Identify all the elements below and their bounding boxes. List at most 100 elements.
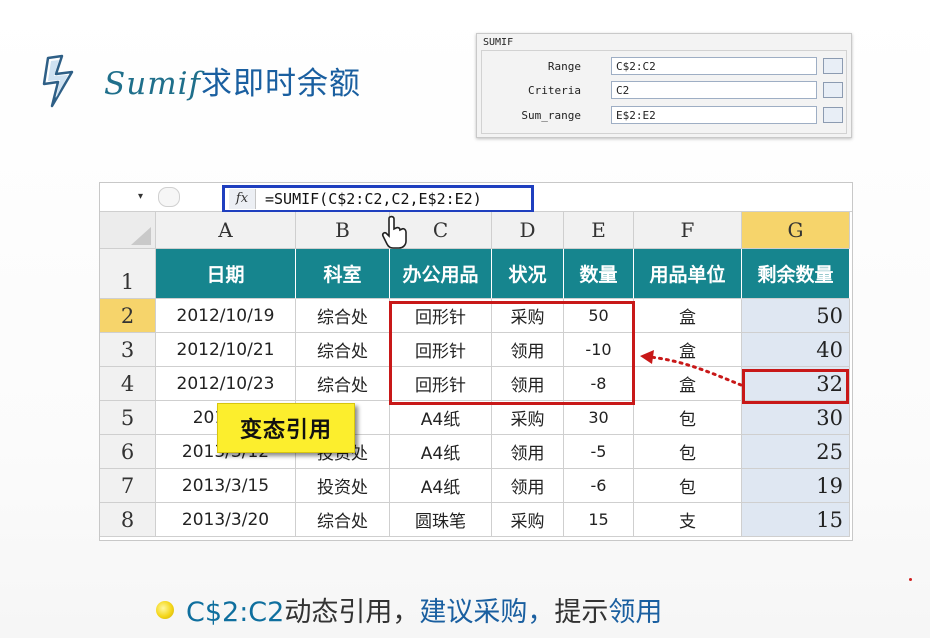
table-cell[interactable]: 领用: [492, 435, 564, 469]
corner-triangle-icon: [131, 227, 151, 245]
table-cell[interactable]: 领用: [492, 469, 564, 503]
fx-icon[interactable]: fx: [229, 189, 256, 209]
footer-dynamic: 动态引用，: [284, 597, 420, 628]
table-cell[interactable]: 30: [564, 401, 634, 435]
bullet-icon: [156, 601, 174, 619]
column-header-d[interactable]: D: [492, 212, 564, 249]
table-cell[interactable]: 圆珠笔: [390, 503, 492, 537]
range-input[interactable]: C$2:C2: [611, 57, 817, 75]
dialog-row-criteria: Criteria C2: [477, 81, 851, 101]
row-header-8[interactable]: 8: [100, 503, 156, 537]
table-cell[interactable]: 回形针: [390, 333, 492, 367]
footer-purchase: 建议采购，: [419, 597, 555, 628]
header-cell: 状况: [492, 249, 564, 299]
header-cell: 日期: [156, 249, 296, 299]
header-cell: 办公用品: [390, 249, 492, 299]
footer-use: 领用: [608, 597, 663, 628]
footer-note: C$2:C2动态引用，建议采购，提示领用: [186, 590, 662, 629]
table-cell[interactable]: 采购: [492, 503, 564, 537]
table-cell[interactable]: 综合处: [296, 333, 390, 367]
dialog-row-range: Range C$2:C2: [477, 57, 851, 77]
table-cell[interactable]: 领用: [492, 367, 564, 401]
header-cell: 科室: [296, 249, 390, 299]
table-cell[interactable]: 包: [634, 435, 742, 469]
sumif-dialog: SUMIF Range C$2:C2 Criteria C2 Sum_range…: [476, 33, 852, 138]
table-cell[interactable]: -5: [564, 435, 634, 469]
table-cell[interactable]: 领用: [492, 333, 564, 367]
table-cell[interactable]: 包: [634, 401, 742, 435]
table-cell[interactable]: 包: [634, 469, 742, 503]
row-header-2[interactable]: 2: [100, 299, 156, 333]
table-cell[interactable]: -10: [564, 333, 634, 367]
row-header-6[interactable]: 6: [100, 435, 156, 469]
column-header-g[interactable]: G: [742, 212, 850, 249]
column-header-f[interactable]: F: [634, 212, 742, 249]
table-cell[interactable]: 30: [742, 401, 850, 435]
header-cell: 数量: [564, 249, 634, 299]
select-all-corner[interactable]: [100, 212, 156, 249]
table-cell[interactable]: A4纸: [390, 401, 492, 435]
table-cell[interactable]: 2012/10/19: [156, 299, 296, 333]
table-cell[interactable]: -6: [564, 469, 634, 503]
criteria-label: Criteria: [528, 84, 581, 97]
header-cell: 剩余数量: [742, 249, 850, 299]
collapse-dialog-icon[interactable]: [823, 107, 843, 123]
row-header-4[interactable]: 4: [100, 367, 156, 401]
column-header-b[interactable]: B: [296, 212, 390, 249]
row-header-1[interactable]: 1: [100, 249, 156, 299]
table-cell[interactable]: 2013/3/20: [156, 503, 296, 537]
table-cell[interactable]: -8: [564, 367, 634, 401]
collapse-dialog-icon[interactable]: [823, 82, 843, 98]
reference-badge: 变态引用: [217, 403, 355, 453]
table-cell[interactable]: 投资处: [296, 469, 390, 503]
table-cell[interactable]: 2013/3/15: [156, 469, 296, 503]
table-cell[interactable]: 支: [634, 503, 742, 537]
range-label: Range: [547, 60, 581, 73]
title-chinese: 求即时余额: [201, 66, 361, 102]
row-header-7[interactable]: 7: [100, 469, 156, 503]
formula-bar-scroll[interactable]: [158, 187, 180, 207]
table-cell[interactable]: 40: [742, 333, 850, 367]
table-cell[interactable]: 15: [742, 503, 850, 537]
table-cell[interactable]: 2012/10/23: [156, 367, 296, 401]
table-cell[interactable]: 盒: [634, 299, 742, 333]
dialog-row-sum-range: Sum_range E$2:E2: [477, 106, 851, 126]
table-cell[interactable]: 50: [742, 299, 850, 333]
row-header-3[interactable]: 3: [100, 333, 156, 367]
table-cell[interactable]: 回形针: [390, 299, 492, 333]
namebox-dropdown-icon[interactable]: ▾: [138, 191, 143, 202]
sum-range-input[interactable]: E$2:E2: [611, 106, 817, 124]
title-latin: Sumif: [104, 66, 201, 102]
table-cell[interactable]: 15: [564, 503, 634, 537]
red-dot: [909, 578, 912, 581]
table-cell[interactable]: 综合处: [296, 503, 390, 537]
table-cell[interactable]: A4纸: [390, 435, 492, 469]
column-header-e[interactable]: E: [564, 212, 634, 249]
table-cell[interactable]: 综合处: [296, 367, 390, 401]
hand-cursor-icon: [381, 215, 407, 249]
table-cell[interactable]: 采购: [492, 401, 564, 435]
table-cell[interactable]: 2012/10/21: [156, 333, 296, 367]
formula-bar: ▾ fx =SUMIF(C$2:C2,C2,E$2:E2): [100, 183, 852, 213]
dialog-title: SUMIF: [483, 37, 514, 48]
page-title: Sumif求即时余额: [104, 58, 361, 103]
footer-prompt: 提示: [554, 597, 609, 628]
lightning-icon: [42, 54, 74, 108]
criteria-input[interactable]: C2: [611, 81, 817, 99]
collapse-dialog-icon[interactable]: [823, 58, 843, 74]
table-cell[interactable]: 综合处: [296, 299, 390, 333]
formula-highlight: fx =SUMIF(C$2:C2,C2,E$2:E2): [222, 185, 534, 213]
table-cell[interactable]: 19: [742, 469, 850, 503]
sum-range-label: Sum_range: [521, 109, 581, 122]
table-cell[interactable]: A4纸: [390, 469, 492, 503]
table-cell[interactable]: 32: [742, 367, 850, 401]
formula-input[interactable]: =SUMIF(C$2:C2,C2,E$2:E2): [265, 189, 482, 209]
column-header-a[interactable]: A: [156, 212, 296, 249]
table-cell[interactable]: 回形针: [390, 367, 492, 401]
table-cell[interactable]: 采购: [492, 299, 564, 333]
table-cell[interactable]: 50: [564, 299, 634, 333]
row-header-5[interactable]: 5: [100, 401, 156, 435]
header-cell: 用品单位: [634, 249, 742, 299]
dotted-arrow-icon: [640, 350, 743, 387]
table-cell[interactable]: 25: [742, 435, 850, 469]
